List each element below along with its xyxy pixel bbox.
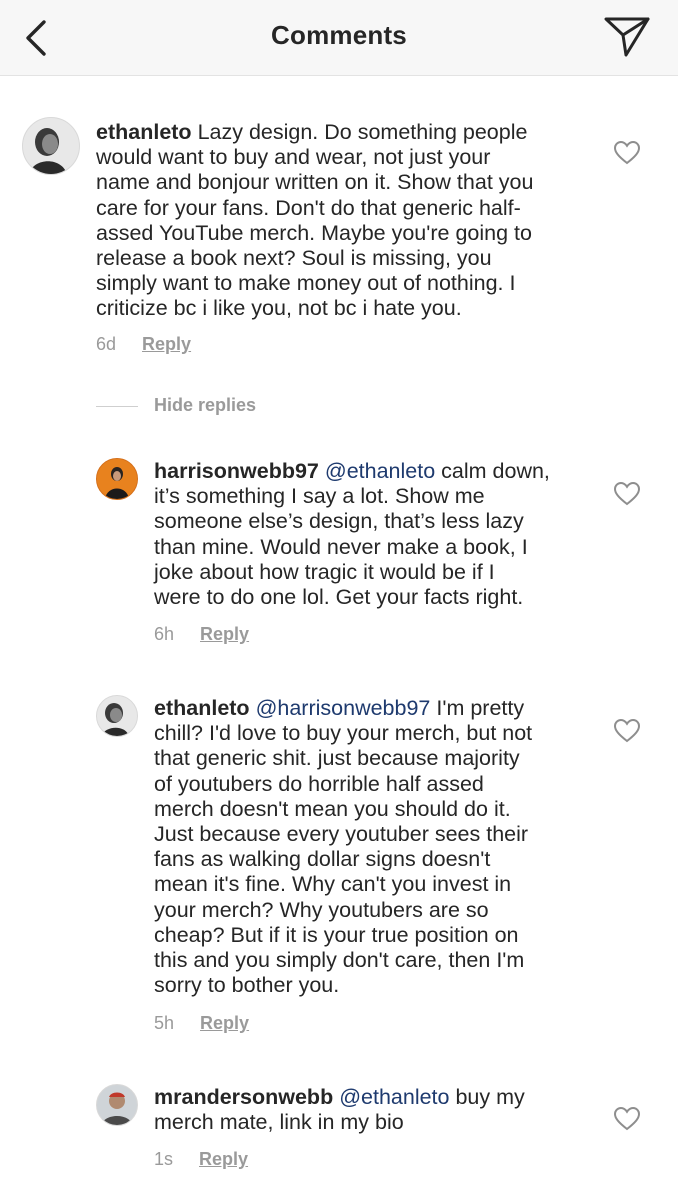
- paper-plane-icon[interactable]: [602, 15, 652, 59]
- heart-icon[interactable]: [614, 719, 640, 743]
- comment-line: your merch? Why youtubers are so: [154, 897, 489, 922]
- comment-line: calm down,: [441, 459, 550, 483]
- comment-line: Lazy design. Do something people: [197, 120, 528, 144]
- comment-username[interactable]: ethanleto: [96, 120, 192, 144]
- comment-meta: 1s Reply: [154, 1149, 248, 1170]
- comment-line: release a book next? Soul is missing, yo…: [96, 246, 492, 271]
- comment-line: simply want to make money out of nothing…: [96, 271, 516, 296]
- heart-icon[interactable]: [614, 1107, 640, 1131]
- heart-icon[interactable]: [614, 482, 640, 506]
- avatar[interactable]: [96, 1084, 138, 1126]
- reply-button[interactable]: Reply: [200, 1013, 249, 1033]
- comment-line: would want to buy and wear, not just you…: [96, 145, 491, 170]
- comment-line: joke about how tragic it would be if I: [154, 559, 495, 584]
- comment-text: harrisonwebb97 @ethanleto calm down, it’…: [154, 459, 550, 610]
- comment-line: this and you simply don't care, then I'm: [154, 948, 525, 973]
- comment-line: sorry to bother you.: [154, 973, 340, 998]
- comment-meta: 6h Reply: [154, 624, 249, 645]
- comment-text: mrandersonwebb @ethanleto buy my merch m…: [154, 1085, 525, 1135]
- comment-line: I'm pretty: [436, 696, 525, 720]
- comment-line: Just because every youtuber sees their: [154, 822, 529, 847]
- mention-link[interactable]: @harrisonwebb97: [256, 696, 431, 720]
- comment-line: it’s something I say a lot. Show me: [154, 484, 485, 509]
- comment-line: were to do one lol. Get your facts right…: [154, 585, 524, 610]
- comment-line: mean it's fine. Why can't you invest in: [154, 872, 512, 897]
- heart-icon[interactable]: [614, 141, 640, 165]
- comment-timestamp: 1s: [154, 1149, 174, 1169]
- comment-line: merch mate, link in my bio: [154, 1110, 404, 1135]
- avatar[interactable]: [96, 695, 138, 737]
- comment-line: criticize bc i like you, not bc i hate y…: [96, 296, 462, 321]
- comment-line: name and bonjour written on it. Show tha…: [96, 170, 534, 195]
- comment-line: buy my: [455, 1085, 525, 1109]
- avatar[interactable]: [22, 117, 80, 175]
- comment-line: of youtubers do horrible half assed: [154, 771, 484, 796]
- comment-username[interactable]: ethanleto: [154, 696, 250, 720]
- comment-username[interactable]: mrandersonwebb: [154, 1085, 333, 1109]
- comment-text: ethanleto @harrisonwebb97 I'm pretty chi…: [154, 696, 532, 998]
- top-bar: Comments: [0, 0, 678, 76]
- reply-button[interactable]: Reply: [142, 334, 191, 354]
- comment-timestamp: 5h: [154, 1013, 175, 1033]
- divider: [96, 406, 138, 407]
- comment-timestamp: 6d: [96, 334, 117, 354]
- comment-line: merch doesn't mean you should do it.: [154, 796, 511, 821]
- hide-replies-label[interactable]: Hide replies: [154, 395, 256, 416]
- comment-meta: 6d Reply: [96, 334, 191, 355]
- comment-line: that generic shit. just because majority: [154, 746, 520, 771]
- comment-line: chill? I'd love to buy your merch, but n…: [154, 721, 533, 746]
- mention-link[interactable]: @ethanleto: [339, 1085, 449, 1109]
- page-title: Comments: [271, 20, 407, 50]
- comment-line: than mine. Would never make a book, I: [154, 534, 528, 559]
- comment-meta: 5h Reply: [154, 1013, 249, 1034]
- comment-line: someone else’s design, that’s less lazy: [154, 509, 524, 534]
- comment-text: ethanleto Lazy design. Do something peop…: [96, 120, 533, 322]
- reply-button[interactable]: Reply: [200, 624, 249, 644]
- comment-timestamp: 6h: [154, 624, 175, 644]
- reply-button[interactable]: Reply: [199, 1149, 248, 1169]
- comment-line: fans as walking dollar signs doesn't: [154, 847, 491, 872]
- comment-username[interactable]: harrisonwebb97: [154, 459, 319, 483]
- comment-line: cheap? But if it is your true position o…: [154, 922, 519, 947]
- comment-line: care for your fans. Don't do that generi…: [96, 195, 521, 220]
- avatar[interactable]: [96, 458, 138, 500]
- comment-line: assed YouTube merch. Maybe you're going …: [96, 220, 532, 245]
- mention-link[interactable]: @ethanleto: [325, 459, 435, 483]
